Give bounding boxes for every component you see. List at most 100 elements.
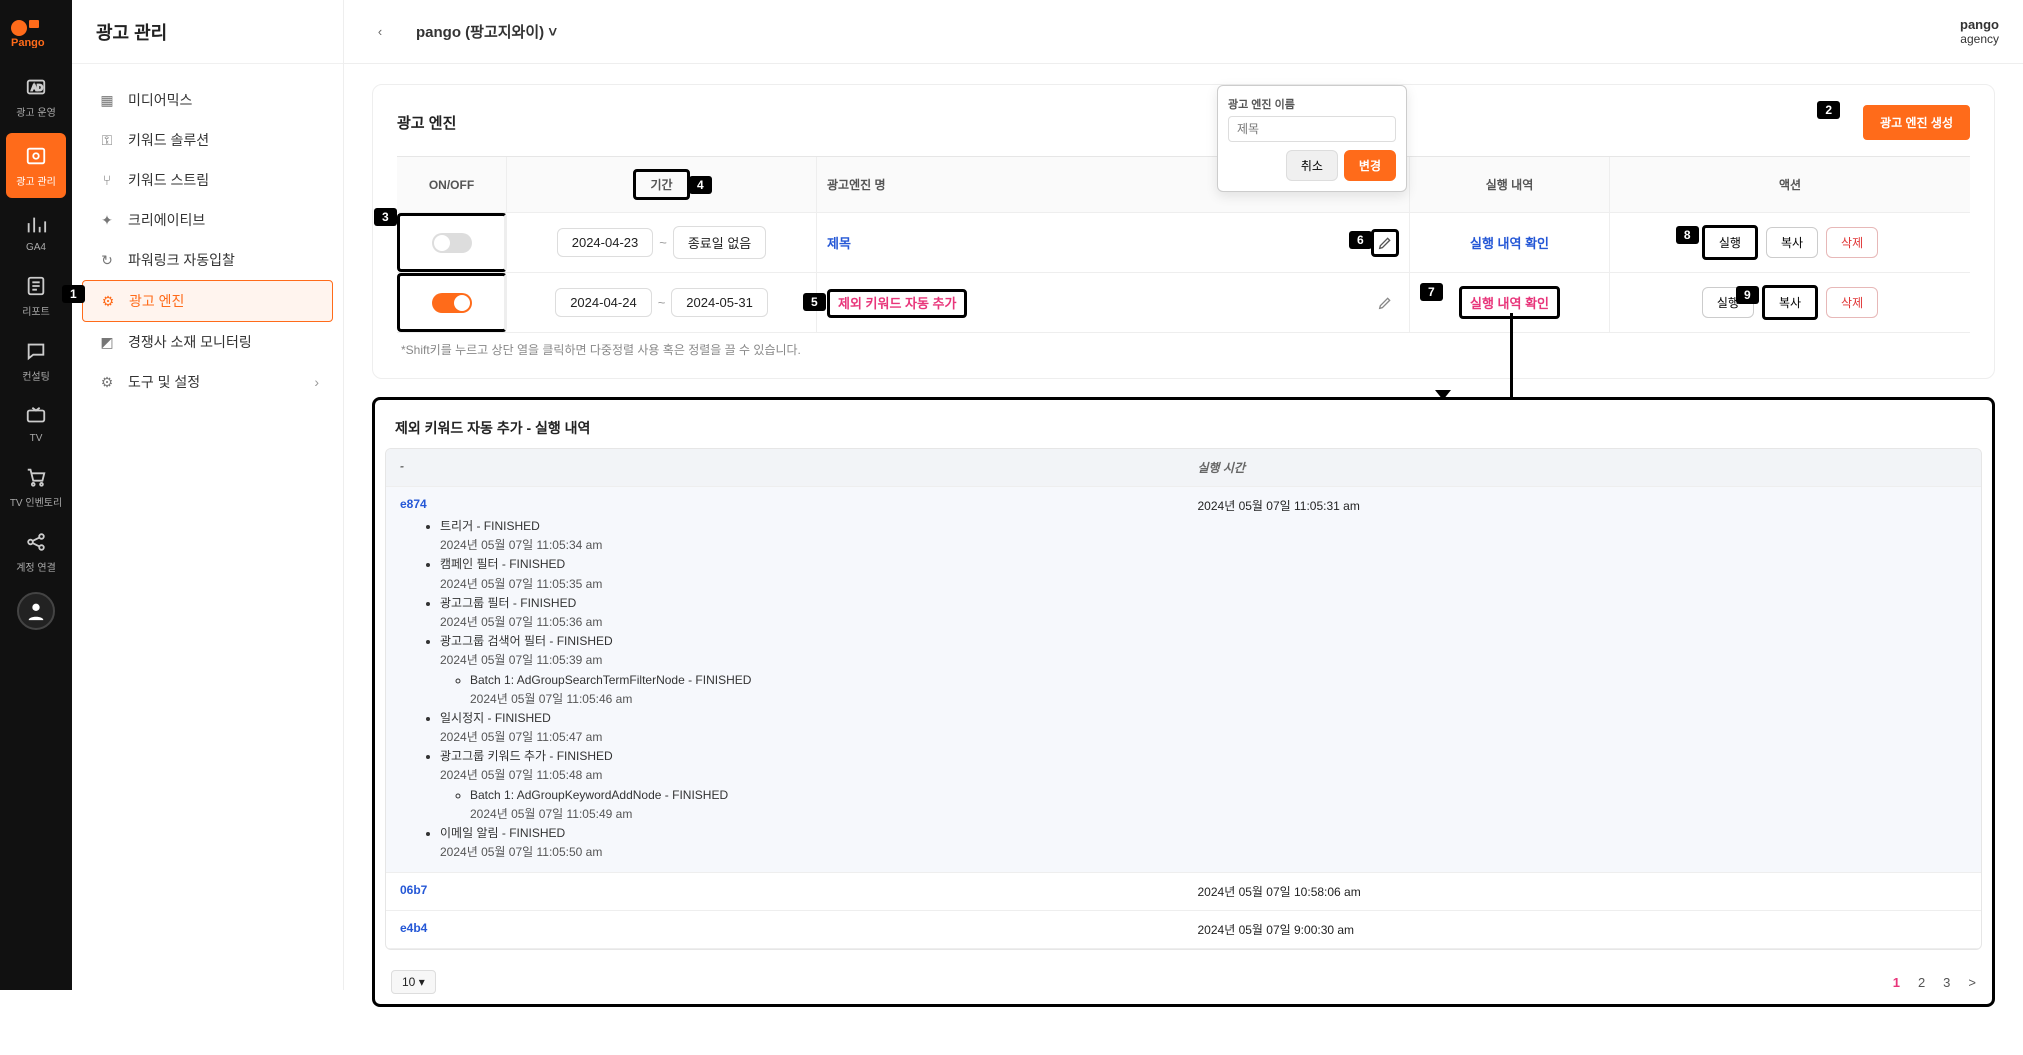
delete-button[interactable]: 삭제 xyxy=(1826,227,1878,258)
col-period[interactable]: 4 기간 xyxy=(507,157,817,212)
col-name[interactable]: 광고엔진 명 광고 엔진 이름 취소 변경 xyxy=(817,157,1410,212)
sparkle-icon: ✦ xyxy=(96,212,118,229)
copy-button[interactable]: 복사 xyxy=(1766,227,1818,258)
svg-text:AD: AD xyxy=(31,84,43,93)
table-row: 2024-04-24 ~ 2024-05-31 5 제외 키워드 자동 추가 7 xyxy=(397,273,1970,333)
rail-item-consult[interactable]: 컨설팅 xyxy=(0,328,72,393)
sidebar-item-competitor-monitor[interactable]: ◩경쟁사 소재 모니터링 xyxy=(82,322,333,362)
connector-arrow-icon xyxy=(1435,390,1451,400)
gear-icon: ⚙ xyxy=(97,293,119,310)
rail-item-tv-inventory[interactable]: TV 인벤토리 xyxy=(0,454,72,519)
sidebar-item-mediamix[interactable]: ▦미디어믹스 xyxy=(82,80,333,120)
callout-8: 8 xyxy=(1676,226,1699,244)
history-substep: Batch 1: AdGroupKeywordAddNode - FINISHE… xyxy=(470,786,1170,824)
history-step: 광고그룹 키워드 추가 - FINISHED2024년 05월 07일 11:0… xyxy=(440,747,1170,824)
callout-1: 1 xyxy=(62,285,85,303)
gear-box-icon xyxy=(23,143,49,169)
run-button[interactable]: 실행 xyxy=(1702,225,1758,260)
edit-icon[interactable] xyxy=(1371,229,1399,257)
edit-icon[interactable] xyxy=(1371,289,1399,317)
col-history[interactable]: 실행 내역 xyxy=(1410,157,1610,212)
history-substep: Batch 1: AdGroupSearchTermFilterNode - F… xyxy=(470,671,1170,709)
start-date[interactable]: 2024-04-24 xyxy=(555,288,652,317)
create-engine-button[interactable]: 광고 엔진 생성 xyxy=(1863,105,1970,140)
popover-cancel-button[interactable]: 취소 xyxy=(1286,150,1338,181)
engine-name-link[interactable]: 제목 xyxy=(827,233,851,252)
sidebar-title: 광고 관리 xyxy=(72,0,343,64)
rail-item-account-link[interactable]: 계정 연결 xyxy=(0,519,72,584)
engine-toggle[interactable] xyxy=(432,293,472,313)
end-date[interactable]: 종료일 없음 xyxy=(673,226,766,259)
page-size-picker[interactable]: 10 ▾ xyxy=(391,970,436,994)
report-icon xyxy=(23,273,49,299)
sidebar-item-tools-settings[interactable]: ⚙도구 및 설정› xyxy=(82,362,333,402)
end-date[interactable]: 2024-05-31 xyxy=(671,288,768,317)
sidebar-item-ad-engine[interactable]: ⚙광고 엔진 xyxy=(82,280,333,322)
popover-save-button[interactable]: 변경 xyxy=(1344,150,1396,181)
engine-toggle[interactable] xyxy=(432,233,472,253)
history-row-expanded[interactable]: e874 트리거 - FINISHED2024년 05월 07일 11:05:3… xyxy=(386,487,1981,873)
history-row[interactable]: 06b7 2024년 05월 07일 10:58:06 am xyxy=(386,873,1981,911)
callout-4: 4 xyxy=(689,176,712,194)
topbar: ‹ pango (팡고지와이) ˅ pango agency xyxy=(344,0,2023,64)
collapse-sidebar-button[interactable]: ‹ xyxy=(368,20,392,44)
col-onoff[interactable]: ON/OFF xyxy=(397,157,507,212)
sidebar-item-auto-bid[interactable]: ↻파워링크 자동입찰 xyxy=(82,240,333,280)
history-step: 이메일 알림 - FINISHED2024년 05월 07일 11:05:50 … xyxy=(440,824,1170,862)
sidebar-item-keyword-stream[interactable]: ⑂키워드 스트림 xyxy=(82,160,333,200)
name-edit-popover: 광고 엔진 이름 취소 변경 xyxy=(1217,85,1407,192)
account-picker[interactable]: pango (팡고지와이) ˅ xyxy=(416,21,557,42)
rail-item-ga4[interactable]: GA4 xyxy=(0,202,72,263)
history-table-header: - 실행 시간 xyxy=(386,449,1981,487)
history-id: e874 xyxy=(400,497,427,511)
table-row: 3 2024-04-23 ~ 종료일 없음 제목 6 xyxy=(397,213,1970,273)
ad-icon: AD xyxy=(23,74,49,100)
share-icon xyxy=(23,529,49,555)
svg-text:Pango: Pango xyxy=(11,37,45,48)
chat-icon xyxy=(23,338,49,364)
sidebar-list: ▦미디어믹스 ⚿키워드 솔루션 ⑂키워드 스트림 ✦크리에이티브 ↻파워링크 자… xyxy=(72,64,343,418)
history-exec-time: 2024년 05월 07일 11:05:31 am xyxy=(1184,487,1982,873)
logo: Pango xyxy=(0,0,72,64)
key-icon: ⚿ xyxy=(96,132,118,149)
main-content: 광고 엔진 2 광고 엔진 생성 ON/OFF 4 기간 광고엔진 명 xyxy=(344,0,2023,1055)
callout-6: 6 xyxy=(1349,231,1372,249)
history-step: 트리거 - FINISHED2024년 05월 07일 11:05:34 am xyxy=(440,517,1170,555)
callout-2: 2 xyxy=(1817,101,1840,119)
callout-3: 3 xyxy=(374,208,397,226)
history-step: 일시정지 - FINISHED2024년 05월 07일 11:05:47 am xyxy=(440,709,1170,747)
monitor-icon: ◩ xyxy=(96,334,118,351)
rail-item-ad-mgmt[interactable]: 광고 관리 xyxy=(6,133,66,198)
callout-9: 9 xyxy=(1736,286,1759,304)
popover-input[interactable] xyxy=(1228,116,1396,142)
sidebar-item-creative[interactable]: ✦크리에이티브 xyxy=(82,200,333,240)
engine-name-link[interactable]: 제외 키워드 자동 추가 xyxy=(827,289,967,318)
col-actions[interactable]: 액션 xyxy=(1610,157,1970,212)
callout-5: 5 xyxy=(803,293,826,311)
page-1[interactable]: 1 xyxy=(1893,975,1900,990)
start-date[interactable]: 2024-04-23 xyxy=(557,228,654,257)
page-next[interactable]: > xyxy=(1968,975,1976,990)
history-panel: 제외 키워드 자동 추가 - 실행 내역 - 실행 시간 e874 트리거 - … xyxy=(372,397,1995,1007)
page-2[interactable]: 2 xyxy=(1918,975,1925,990)
history-link[interactable]: 실행 내역 확인 xyxy=(1470,233,1549,252)
rail-item-tv[interactable]: TV xyxy=(0,393,72,454)
history-row[interactable]: e4b4 2024년 05월 07일 9:00:30 am xyxy=(386,911,1981,949)
copy-button[interactable]: 복사 xyxy=(1762,285,1818,320)
history-step: 광고그룹 필터 - FINISHED2024년 05월 07일 11:05:36… xyxy=(440,594,1170,632)
tv-icon xyxy=(23,403,49,429)
calendar-icon: ▦ xyxy=(96,92,118,109)
callout-7: 7 xyxy=(1420,283,1443,301)
history-step-tree: 트리거 - FINISHED2024년 05월 07일 11:05:34 am캠… xyxy=(400,517,1170,862)
chevron-down-icon: ˅ xyxy=(548,24,557,41)
panel-title: 광고 엔진 xyxy=(397,112,456,133)
agency-badge: pango agency xyxy=(1960,17,1999,46)
history-step: 캠페인 필터 - FINISHED2024년 05월 07일 11:05:35 … xyxy=(440,555,1170,593)
sidebar-item-keyword-solution[interactable]: ⚿키워드 솔루션 xyxy=(82,120,333,160)
history-step: 광고그룹 검색어 필터 - FINISHED2024년 05월 07일 11:0… xyxy=(440,632,1170,709)
user-avatar[interactable] xyxy=(17,592,55,630)
delete-button[interactable]: 삭제 xyxy=(1826,287,1878,318)
bar-chart-icon xyxy=(23,212,49,238)
page-3[interactable]: 3 xyxy=(1943,975,1950,990)
rail-item-ad-ops[interactable]: AD 광고 운영 xyxy=(0,64,72,129)
